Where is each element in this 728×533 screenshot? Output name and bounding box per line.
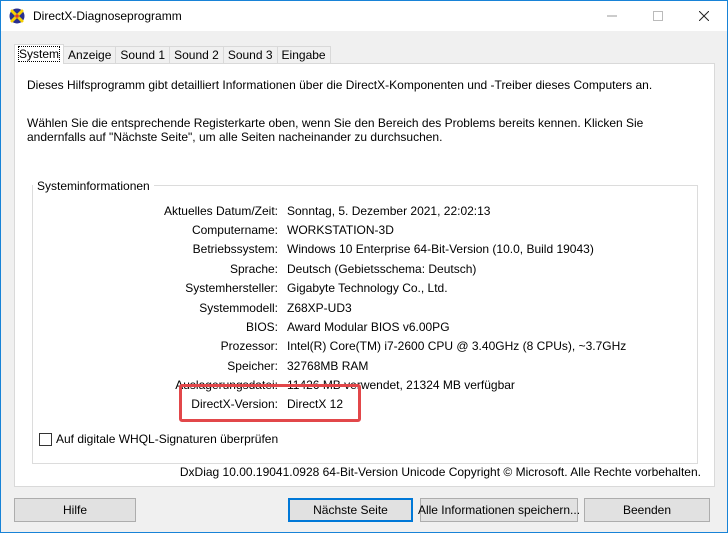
dxdiag-window: DirectX-Diagnoseprogramm System Anzeige … (0, 0, 728, 533)
row-label-model: Systemmodell: (199, 301, 278, 315)
instruction-text: Wählen Sie die entsprechende Registerkar… (27, 116, 644, 144)
exit-button[interactable]: Beenden (584, 498, 710, 522)
row-label-datetime: Aktuelles Datum/Zeit: (163, 204, 278, 218)
whql-checkbox-label: Auf digitale WHQL-Signaturen überprüfen (56, 432, 279, 446)
maximize-button[interactable] (635, 1, 681, 31)
next-page-button-label: Nächste Seite (313, 503, 388, 517)
row-label-computername: Computername: (191, 223, 278, 237)
row-label-language: Sprache: (229, 262, 278, 276)
maximize-icon (653, 11, 663, 21)
save-all-button-label: Alle Informationen speichern... (417, 503, 581, 517)
copyright-text: DxDiag 10.00.19041.0928 64-Bit-Version U… (179, 465, 701, 479)
exit-button-label: Beenden (622, 503, 672, 517)
close-icon (699, 11, 709, 21)
whql-checkbox-row[interactable]: Auf digitale WHQL-Signaturen überprüfen (39, 432, 278, 446)
row-value-datetime: Sonntag, 5. Dezember 2021, 22:02:13 (287, 204, 491, 218)
intro-text: Dieses Hilfsprogramm gibt detailliert In… (27, 78, 653, 92)
tab-sound-3[interactable]: Sound 3 (222, 46, 278, 64)
row-value-memory: 32768MB RAM (287, 359, 369, 373)
row-value-language: Deutsch (Gebietsschema: Deutsch) (287, 262, 477, 276)
row-label-os: Betriebssystem: (192, 242, 278, 256)
window-title: DirectX-Diagnoseprogramm (33, 9, 182, 23)
row-label-bios: BIOS: (245, 320, 278, 334)
row-label-pagefile: Auslagerungsdatei: (175, 378, 278, 392)
row-value-bios: Award Modular BIOS v6.00PG (287, 320, 450, 334)
row-value-processor: Intel(R) Core(TM) i7-2600 CPU @ 3.40GHz … (287, 339, 627, 353)
save-all-button[interactable]: Alle Informationen speichern... (417, 498, 581, 522)
row-label-manufacturer: Systemhersteller: (185, 281, 278, 295)
row-label-processor: Prozessor: (220, 339, 278, 353)
minimize-icon (607, 15, 617, 17)
minimize-button[interactable] (589, 1, 635, 31)
help-button[interactable]: Hilfe (14, 498, 136, 522)
tab-sound-2[interactable]: Sound 2 (169, 46, 224, 64)
row-value-manufacturer: Gigabyte Technology Co., Ltd. (287, 281, 448, 295)
whql-checkbox[interactable] (39, 432, 52, 446)
tab-system[interactable]: System (14, 44, 65, 64)
system-tab-panel: Dieses Hilfsprogramm gibt detailliert In… (14, 63, 715, 487)
help-button-label: Hilfe (62, 503, 87, 517)
close-button[interactable] (681, 1, 727, 31)
row-value-directx-version: DirectX 12 (287, 397, 344, 411)
tab-eingabe[interactable]: Eingabe (276, 46, 331, 64)
system-info-legend: Systeminformationen (33, 179, 154, 193)
tab-sound-1[interactable]: Sound 1 (115, 46, 171, 64)
directx-icon (9, 8, 25, 24)
row-value-model: Z68XP-UD3 (287, 301, 352, 315)
row-value-pagefile: 11426 MB verwendet, 21324 MB verfügbar (287, 378, 515, 392)
title-bar[interactable]: DirectX-Diagnoseprogramm (1, 1, 727, 31)
row-label-directx-version: DirectX-Version: (191, 397, 278, 411)
tab-bar: System Anzeige Sound 1 Sound 2 Sound 3 E… (14, 44, 331, 64)
next-page-button[interactable]: Nächste Seite (288, 498, 413, 522)
row-value-computername: WORKSTATION-3D (287, 223, 394, 237)
row-value-os: Windows 10 Enterprise 64-Bit-Version (10… (287, 242, 594, 256)
tab-anzeige[interactable]: Anzeige (63, 46, 117, 64)
row-label-memory: Speicher: (227, 359, 278, 373)
